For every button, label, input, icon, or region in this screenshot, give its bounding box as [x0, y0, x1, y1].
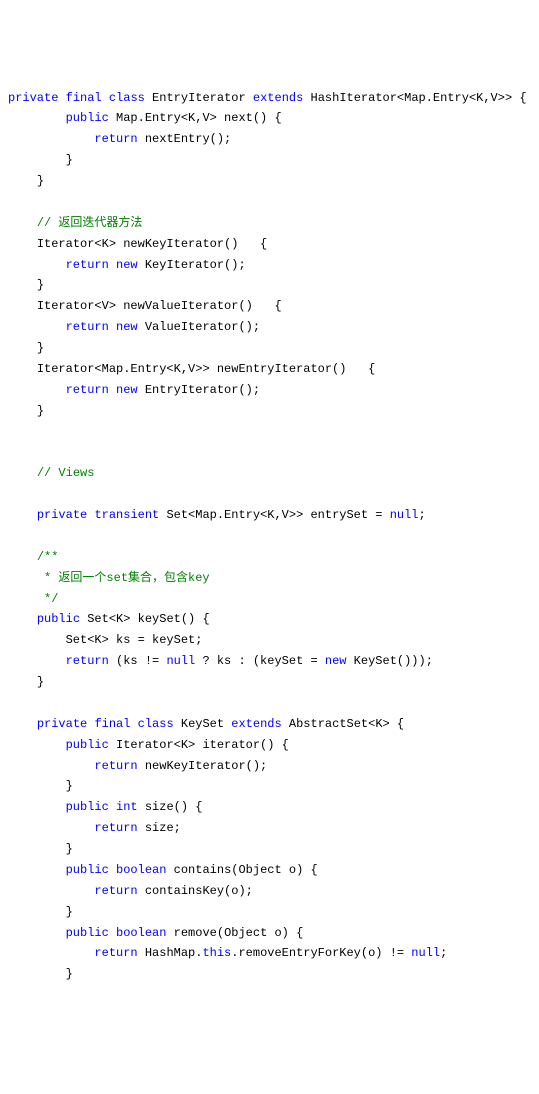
- keyword: public: [66, 800, 109, 814]
- code-line: /**: [8, 547, 531, 568]
- keyword: public: [66, 111, 109, 125]
- keyword: null: [390, 508, 419, 522]
- keyword: return: [94, 759, 137, 773]
- keyword: public: [66, 738, 109, 752]
- code-line: }: [8, 672, 531, 693]
- keyword: boolean: [116, 863, 166, 877]
- code-line: }: [8, 964, 531, 985]
- comment: /**: [37, 550, 59, 564]
- code-line: }: [8, 275, 531, 296]
- comment: // 返回迭代器方法: [37, 216, 143, 230]
- code-line: return new ValueIterator();: [8, 317, 531, 338]
- code-line: public Map.Entry<K,V> next() {: [8, 108, 531, 129]
- keyword: int: [116, 800, 138, 814]
- keyword: extends: [231, 717, 281, 731]
- keyword: final: [94, 717, 130, 731]
- code-line: return new EntryIterator();: [8, 380, 531, 401]
- code-line: private final class EntryIterator extend…: [8, 88, 531, 109]
- code-line: }: [8, 171, 531, 192]
- code-line: [8, 422, 531, 443]
- code-line: return new KeyIterator();: [8, 255, 531, 276]
- keyword: class: [138, 717, 174, 731]
- code-block: private final class EntryIterator extend…: [8, 88, 531, 986]
- keyword: return: [66, 258, 109, 272]
- keyword: new: [325, 654, 347, 668]
- code-line: }: [8, 902, 531, 923]
- code-line: return containsKey(o);: [8, 881, 531, 902]
- keyword: final: [66, 91, 102, 105]
- code-line: return HashMap.this.removeEntryForKey(o)…: [8, 943, 531, 964]
- code-line: */: [8, 589, 531, 610]
- code-line: // Views: [8, 463, 531, 484]
- keyword: private: [37, 717, 87, 731]
- keyword: return: [94, 884, 137, 898]
- keyword: return: [94, 946, 137, 960]
- keyword: return: [66, 654, 109, 668]
- keyword: return: [66, 383, 109, 397]
- keyword: return: [94, 132, 137, 146]
- keyword: class: [109, 91, 145, 105]
- code-line: Iterator<K> newKeyIterator() {: [8, 234, 531, 255]
- comment: * 返回一个set集合，包含key: [37, 571, 210, 585]
- keyword: new: [116, 320, 138, 334]
- keyword: private: [37, 508, 87, 522]
- code-line: * 返回一个set集合，包含key: [8, 568, 531, 589]
- code-line: }: [8, 338, 531, 359]
- code-line: }: [8, 150, 531, 171]
- keyword: null: [166, 654, 195, 668]
- code-line: private transient Set<Map.Entry<K,V>> en…: [8, 505, 531, 526]
- code-line: return newKeyIterator();: [8, 756, 531, 777]
- keyword: new: [116, 383, 138, 397]
- code-line: public Iterator<K> iterator() {: [8, 735, 531, 756]
- code-line: [8, 526, 531, 547]
- code-line: public Set<K> keySet() {: [8, 609, 531, 630]
- code-line: public int size() {: [8, 797, 531, 818]
- code-line: return nextEntry();: [8, 129, 531, 150]
- code-line: [8, 484, 531, 505]
- keyword: new: [116, 258, 138, 272]
- keyword: transient: [94, 508, 159, 522]
- keyword: public: [66, 863, 109, 877]
- code-line: return (ks != null ? ks : (keySet = new …: [8, 651, 531, 672]
- keyword: private: [8, 91, 58, 105]
- code-line: public boolean remove(Object o) {: [8, 923, 531, 944]
- keyword: public: [66, 926, 109, 940]
- code-line: [8, 442, 531, 463]
- code-line: }: [8, 776, 531, 797]
- code-line: return size;: [8, 818, 531, 839]
- keyword: return: [66, 320, 109, 334]
- keyword: null: [411, 946, 440, 960]
- code-line: }: [8, 401, 531, 422]
- keyword: return: [94, 821, 137, 835]
- code-line: Iterator<V> newValueIterator() {: [8, 296, 531, 317]
- keyword: extends: [253, 91, 303, 105]
- keyword: this: [202, 946, 231, 960]
- code-line: Set<K> ks = keySet;: [8, 630, 531, 651]
- code-line: [8, 192, 531, 213]
- code-line: public boolean contains(Object o) {: [8, 860, 531, 881]
- code-line: private final class KeySet extends Abstr…: [8, 714, 531, 735]
- code-line: // 返回迭代器方法: [8, 213, 531, 234]
- code-line: [8, 693, 531, 714]
- comment: */: [37, 592, 59, 606]
- keyword: public: [37, 612, 80, 626]
- comment: // Views: [37, 466, 95, 480]
- code-line: }: [8, 839, 531, 860]
- code-line: Iterator<Map.Entry<K,V>> newEntryIterato…: [8, 359, 531, 380]
- keyword: boolean: [116, 926, 166, 940]
